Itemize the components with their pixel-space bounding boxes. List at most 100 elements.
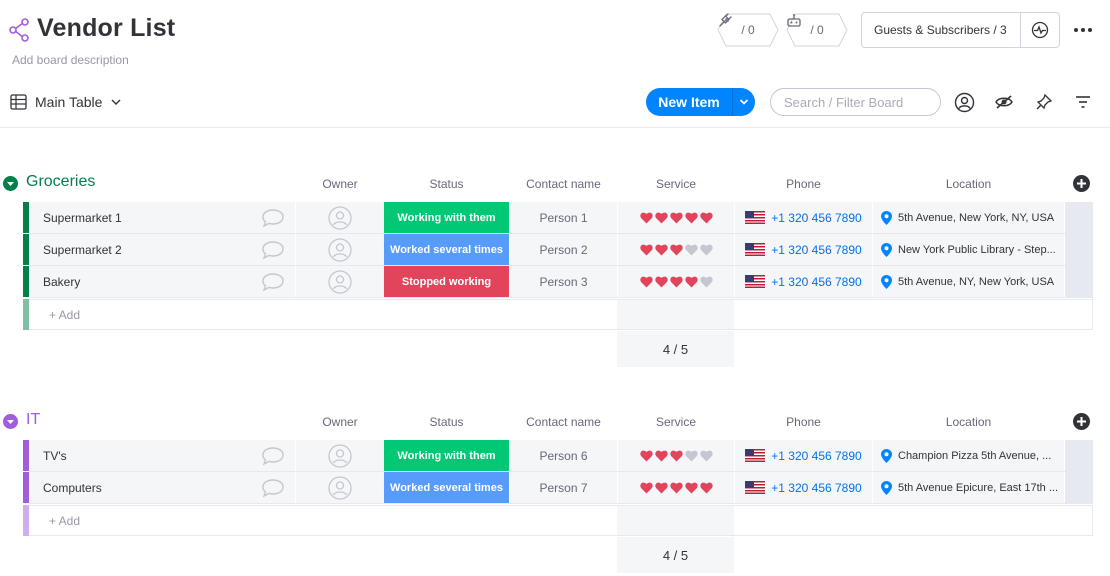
item-name-cell[interactable]: Supermarket 1 <box>29 202 295 233</box>
new-item-dropdown[interactable] <box>732 88 755 116</box>
item-name[interactable]: Supermarket 2 <box>43 243 122 257</box>
heart-filled-icon[interactable] <box>639 276 653 288</box>
column-header-service[interactable]: Service <box>618 415 734 429</box>
heart-filled-icon[interactable] <box>669 450 683 462</box>
status-cell[interactable]: Worked several times <box>384 472 509 503</box>
service-rating-cell[interactable] <box>618 266 734 297</box>
more-options-icon[interactable] <box>1072 20 1094 40</box>
heart-filled-icon[interactable] <box>654 212 668 224</box>
owner-cell[interactable] <box>296 202 384 233</box>
group-title[interactable]: IT <box>26 411 40 429</box>
heart-filled-icon[interactable] <box>699 482 713 494</box>
add-column-icon[interactable] <box>1073 175 1090 192</box>
column-header-location[interactable]: Location <box>873 415 1064 429</box>
item-name-cell[interactable]: Computers <box>29 472 295 503</box>
table-row[interactable]: TV's Working with them Person 6 +1 320 4… <box>23 440 1093 472</box>
table-row[interactable]: Supermarket 2 Worked several times Perso… <box>23 234 1093 266</box>
status-cell[interactable]: Working with them <box>384 202 509 233</box>
location-cell[interactable]: 5th Avenue Epicure, East 17th ... <box>873 472 1064 503</box>
heart-empty-icon[interactable] <box>699 450 713 462</box>
phone-number[interactable]: +1 320 456 7890 <box>771 449 861 463</box>
heart-filled-icon[interactable] <box>654 450 668 462</box>
service-rating-cell[interactable] <box>618 202 734 233</box>
phone-cell[interactable]: +1 320 456 7890 <box>735 266 872 297</box>
heart-filled-icon[interactable] <box>684 482 698 494</box>
column-header-owner[interactable]: Owner <box>296 415 384 429</box>
heart-empty-icon[interactable] <box>699 276 713 288</box>
item-name-cell[interactable]: Bakery <box>29 266 295 297</box>
heart-filled-icon[interactable] <box>654 244 668 256</box>
integrations-button[interactable]: / 0 <box>786 13 848 47</box>
heart-empty-icon[interactable] <box>699 244 713 256</box>
heart-filled-icon[interactable] <box>669 482 683 494</box>
share-icon[interactable] <box>8 18 30 42</box>
comment-icon[interactable] <box>261 478 285 498</box>
search-filter-input[interactable] <box>770 88 941 116</box>
heart-filled-icon[interactable] <box>684 276 698 288</box>
phone-number[interactable]: +1 320 456 7890 <box>771 275 861 289</box>
item-name-cell[interactable]: TV's <box>29 440 295 471</box>
heart-filled-icon[interactable] <box>669 212 683 224</box>
heart-empty-icon[interactable] <box>684 450 698 462</box>
service-rating-cell[interactable] <box>618 440 734 471</box>
column-header-phone[interactable]: Phone <box>735 177 872 191</box>
owner-cell[interactable] <box>296 266 384 297</box>
heart-empty-icon[interactable] <box>684 244 698 256</box>
heart-filled-icon[interactable] <box>669 276 683 288</box>
heart-filled-icon[interactable] <box>639 244 653 256</box>
comment-icon[interactable] <box>261 272 285 292</box>
add-item-label[interactable]: + Add <box>49 514 80 528</box>
location-cell[interactable]: New York Public Library - Step... <box>873 234 1064 265</box>
board-description[interactable]: Add board description <box>12 53 129 67</box>
item-name[interactable]: Bakery <box>43 275 80 289</box>
owner-cell[interactable] <box>296 234 384 265</box>
column-header-owner[interactable]: Owner <box>296 177 384 191</box>
location-cell[interactable]: Champion Pizza 5th Avenue, ... <box>873 440 1064 471</box>
board-title[interactable]: Vendor List <box>37 14 175 43</box>
status-cell[interactable]: Worked several times <box>384 234 509 265</box>
item-name[interactable]: Computers <box>43 481 102 495</box>
add-column-icon[interactable] <box>1073 413 1090 430</box>
status-cell[interactable]: Working with them <box>384 440 509 471</box>
column-header-location[interactable]: Location <box>873 177 1064 191</box>
phone-cell[interactable]: +1 320 456 7890 <box>735 202 872 233</box>
column-header-contact[interactable]: Contact name <box>510 415 617 429</box>
hide-columns-icon[interactable] <box>992 91 1016 113</box>
new-item-button[interactable]: New Item <box>646 88 755 116</box>
comment-icon[interactable] <box>261 240 285 260</box>
item-name[interactable]: Supermarket 1 <box>43 211 122 225</box>
column-header-status[interactable]: Status <box>384 177 509 191</box>
add-item-row[interactable]: + Add <box>23 505 1093 536</box>
add-item-row[interactable]: + Add <box>23 299 1093 330</box>
service-rating-cell[interactable] <box>618 472 734 503</box>
activity-log-icon[interactable] <box>1021 13 1059 47</box>
item-name-cell[interactable]: Supermarket 2 <box>29 234 295 265</box>
heart-filled-icon[interactable] <box>669 244 683 256</box>
chevron-down-circle-icon[interactable] <box>3 414 18 429</box>
heart-filled-icon[interactable] <box>639 212 653 224</box>
contact-cell[interactable]: Person 1 <box>510 202 617 233</box>
view-selector[interactable]: Main Table <box>10 91 122 113</box>
phone-cell[interactable]: +1 320 456 7890 <box>735 472 872 503</box>
table-row[interactable]: Bakery Stopped working Person 3 +1 320 4… <box>23 266 1093 298</box>
chevron-down-circle-icon[interactable] <box>3 176 18 191</box>
phone-number[interactable]: +1 320 456 7890 <box>771 481 861 495</box>
heart-filled-icon[interactable] <box>654 482 668 494</box>
heart-filled-icon[interactable] <box>684 212 698 224</box>
add-item-label[interactable]: + Add <box>49 308 80 322</box>
activity-button[interactable]: / 0 <box>717 13 779 47</box>
comment-icon[interactable] <box>261 208 285 228</box>
column-header-phone[interactable]: Phone <box>735 415 872 429</box>
column-header-contact[interactable]: Contact name <box>510 177 617 191</box>
phone-number[interactable]: +1 320 456 7890 <box>771 211 861 225</box>
person-filter-icon[interactable] <box>952 91 976 113</box>
comment-icon[interactable] <box>261 446 285 466</box>
owner-cell[interactable] <box>296 440 384 471</box>
contact-cell[interactable]: Person 6 <box>510 440 617 471</box>
heart-filled-icon[interactable] <box>654 276 668 288</box>
pin-icon[interactable] <box>1032 91 1056 113</box>
location-cell[interactable]: 5th Avenue, NY, New York, USA <box>873 266 1064 297</box>
item-name[interactable]: TV's <box>43 449 67 463</box>
column-header-status[interactable]: Status <box>384 415 509 429</box>
filter-icon[interactable] <box>1071 91 1095 113</box>
